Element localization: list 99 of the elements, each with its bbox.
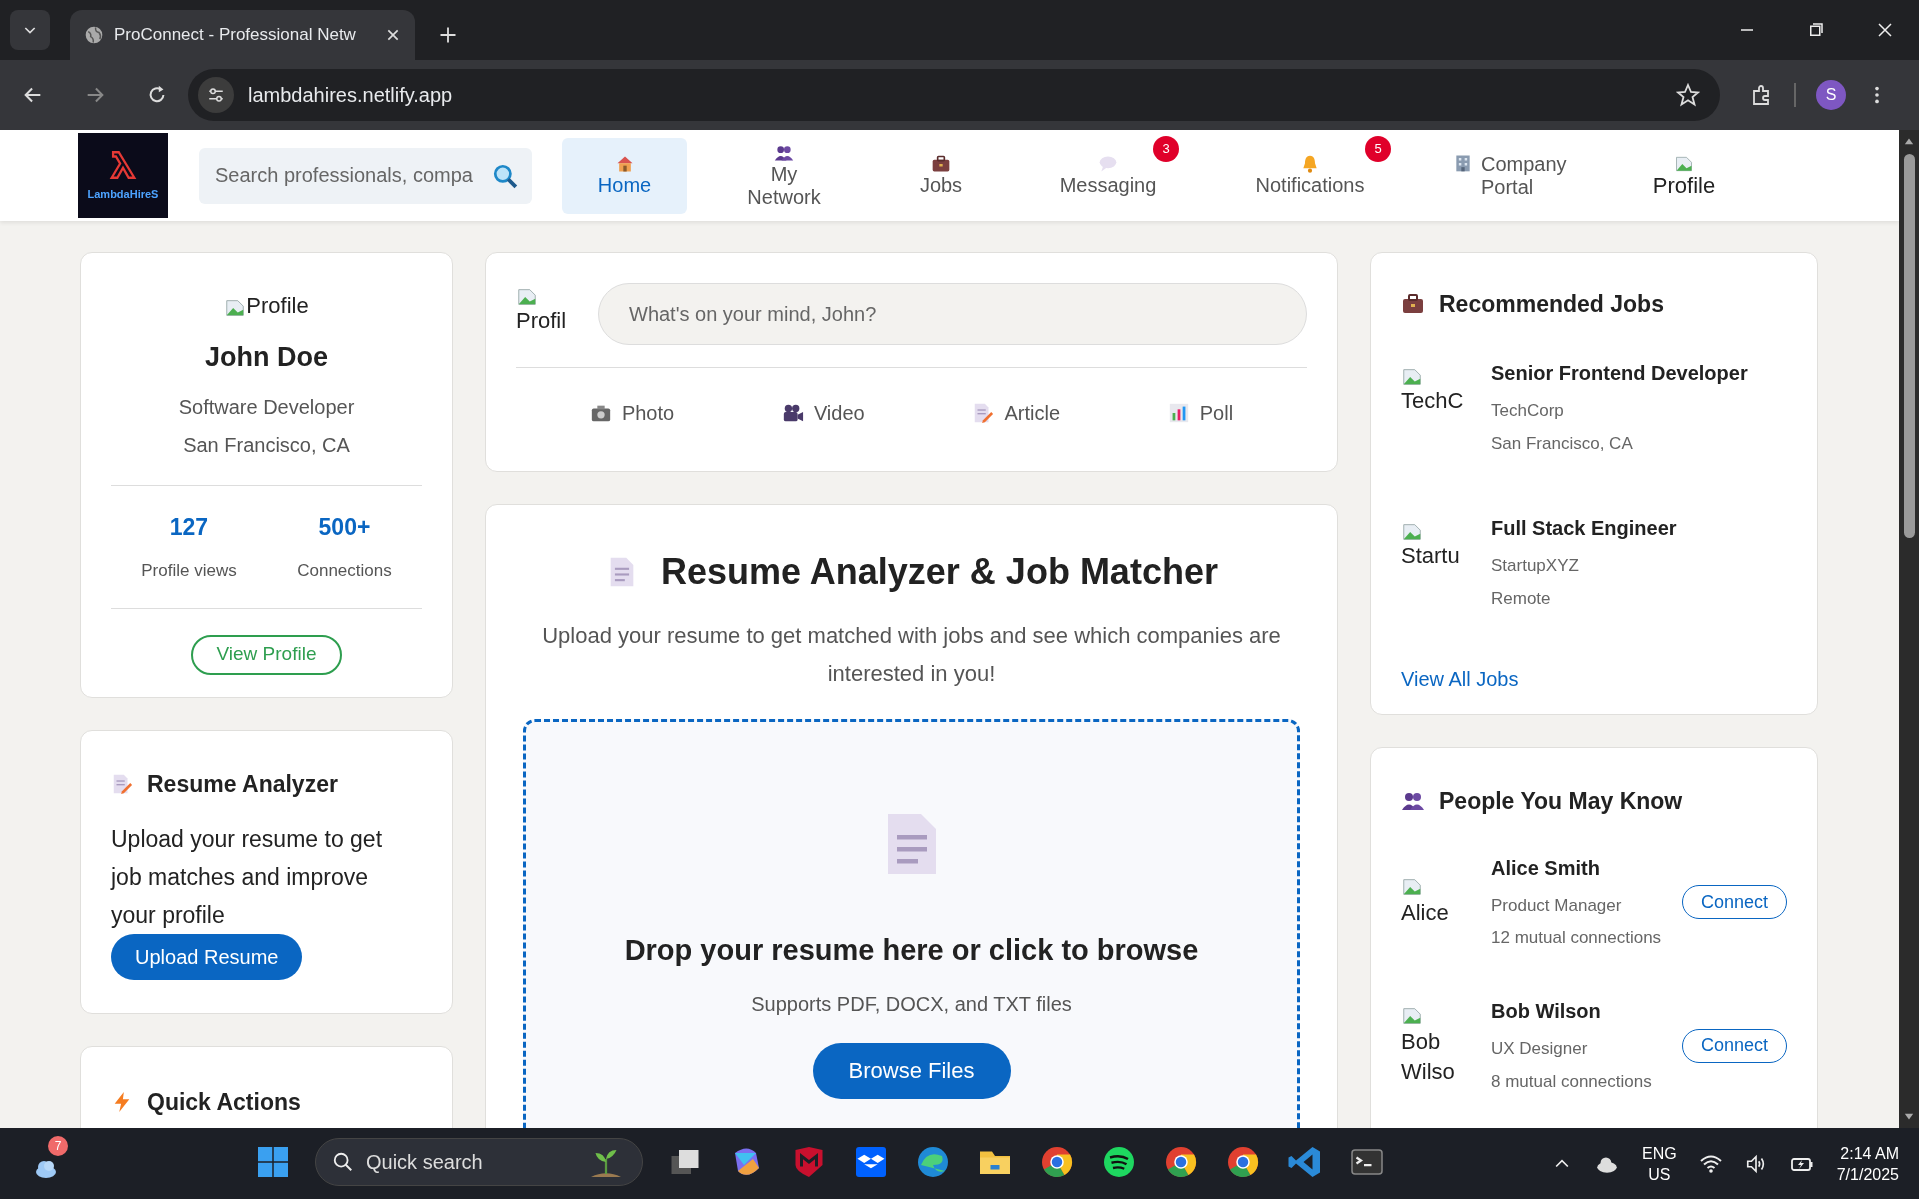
new-tab-icon[interactable] (438, 25, 458, 45)
stat-label: Connections (297, 560, 392, 582)
nav-item[interactable]: My Network (709, 137, 859, 214)
card-description: Upload your resume to get job matches and improve your profile (111, 824, 384, 930)
document-pencil-icon (111, 773, 133, 796)
broken-image-icon (516, 286, 538, 308)
post-input-field[interactable]: What's on your mind, John? (598, 283, 1307, 345)
card-heading: Recommended Jobs (1439, 290, 1664, 319)
drop-zone-title: Drop your resume here or click to browse (624, 933, 1199, 968)
close-icon[interactable] (1875, 21, 1894, 39)
person-role: UX Designer (1491, 1038, 1589, 1060)
job-location: Remote (1491, 588, 1552, 610)
view-all-jobs-link[interactable]: View All Jobs (1401, 663, 1519, 694)
logo-text: LambdaHireS (87, 187, 159, 203)
card-heading: Quick Actions (147, 1088, 301, 1117)
scroll-up-icon[interactable] (1902, 136, 1916, 146)
globe-icon (84, 25, 104, 45)
clock-time[interactable]: 2:14 AM (1840, 1142, 1899, 1164)
profile-title: Software Developer (178, 394, 355, 420)
search-placeholder: Quick search (366, 1150, 484, 1175)
post-action-button[interactable]: Video (769, 394, 877, 432)
speaker-icon[interactable] (1744, 1152, 1767, 1175)
person-name[interactable]: Alice Smith (1491, 852, 1668, 883)
search-icon (492, 162, 518, 189)
document-pencil-icon (972, 402, 995, 424)
image-alt-text: Profile (246, 293, 309, 319)
person-role: Product Manager (1491, 894, 1623, 917)
post-action-button[interactable]: Photo (577, 394, 687, 432)
job-location: San Francisco, CA (1491, 433, 1634, 455)
notification-badge: 3 (1153, 135, 1179, 162)
site-info-button[interactable] (198, 77, 234, 113)
connect-button[interactable]: Connect (1681, 885, 1787, 920)
job-title[interactable]: Full Stack Engineer (1491, 512, 1677, 543)
bar-chart-icon (1167, 402, 1190, 424)
job-company: StartupXYZ (1491, 554, 1580, 577)
profile-location: San Francisco, CA (183, 432, 350, 458)
profile-name: John Doe (205, 341, 328, 374)
browser-tab[interactable]: ProConnect - Professional Netw (70, 10, 415, 60)
person-name[interactable]: Bob Wilson (1491, 996, 1668, 1026)
address-bar[interactable]: lambdahires.netlify.app (188, 69, 1720, 121)
language-indicator[interactable]: ENG (1642, 1142, 1677, 1164)
tab-title: ProConnect - Professional Netw (114, 24, 357, 47)
nav-item[interactable]: Company Portal (1427, 137, 1607, 214)
scrollbar[interactable] (1899, 130, 1919, 1128)
mutual-connections: 8 mutual connections (1491, 1070, 1653, 1093)
chrome-icon[interactable] (1163, 1144, 1199, 1180)
url-text: lambdahires.netlify.app (248, 83, 454, 108)
nav-item[interactable]: Notifications 5 (1215, 137, 1405, 214)
scroll-down-icon[interactable] (1902, 1112, 1916, 1122)
card-heading: Resume Analyzer (147, 770, 338, 799)
notification-badge: 5 (1365, 135, 1391, 162)
image-alt-text: TechC (1401, 387, 1465, 414)
sliders-icon (207, 86, 225, 104)
taskbar-search-field[interactable]: Quick search (315, 1138, 643, 1186)
search-field[interactable]: Search professionals, compa (199, 147, 532, 204)
star-icon[interactable] (1676, 83, 1700, 107)
image-alt-text: Alice (1401, 899, 1450, 928)
code-editor-icon[interactable] (1287, 1144, 1323, 1180)
file-drop-zone[interactable]: Drop your resume here or click to browse Supports PDF, DOCX, and TXT files Browse Files (523, 719, 1300, 1128)
close-icon[interactable] (385, 27, 401, 43)
windows-icon[interactable] (255, 1144, 291, 1180)
profile-avatar[interactable]: S (1816, 80, 1846, 110)
nav-item[interactable]: Profile (1629, 137, 1739, 214)
notification-badge: 7 (48, 1136, 68, 1156)
browser-wave-icon[interactable] (915, 1144, 951, 1180)
mutual-connections: 12 mutual connections (1491, 927, 1663, 949)
stat-value: 500+ (318, 512, 371, 542)
logo[interactable]: LambdaHireS (78, 133, 168, 218)
job-company: TechCorp (1491, 399, 1565, 422)
stat-label: Profile views (141, 560, 237, 582)
speech-bubble-icon (1098, 154, 1118, 174)
connect-button[interactable]: Connect (1681, 1028, 1787, 1063)
upload-resume-button[interactable]: Upload Resume (111, 933, 303, 980)
chrome-icon[interactable] (1039, 1144, 1075, 1180)
job-title[interactable]: Senior Frontend Developer (1491, 357, 1748, 388)
image-alt-text: Startu (1401, 542, 1461, 569)
search-icon (332, 1151, 354, 1173)
post-action-button[interactable]: Article (960, 394, 1072, 432)
card-heading: People You May Know (1439, 787, 1683, 816)
chrome-icon[interactable] (1225, 1144, 1261, 1180)
post-action-button[interactable]: Poll (1155, 394, 1246, 432)
nav-item[interactable]: Jobs (881, 137, 1001, 214)
scrollbar-thumb[interactable] (1904, 154, 1915, 538)
image-alt-text: Profil (516, 308, 568, 334)
clock-date[interactable]: 7/1/2025 (1836, 1163, 1899, 1185)
briefcase-icon (931, 154, 951, 174)
image-alt-text: Bob Wilso (1401, 1027, 1456, 1086)
region-indicator[interactable]: US (1648, 1163, 1671, 1185)
stat-value: 127 (169, 512, 209, 542)
box-icon[interactable] (853, 1144, 889, 1180)
card-heading: Resume Analyzer & Job Matcher (661, 550, 1218, 594)
nav-item[interactable]: Home (562, 137, 687, 214)
nav-item[interactable]: Messaging 3 (1023, 137, 1193, 214)
movie-camera-icon (781, 402, 804, 424)
spotify-icon[interactable] (1101, 1144, 1137, 1180)
drop-zone-hint: Supports PDF, DOCX, and TXT files (751, 991, 1072, 1017)
broken-image-icon (224, 297, 247, 319)
browse-files-button[interactable]: Browse Files (812, 1042, 1011, 1099)
card-description: Upload your resume to get matched with jobs and see which companies are interested in you! (541, 622, 1282, 688)
